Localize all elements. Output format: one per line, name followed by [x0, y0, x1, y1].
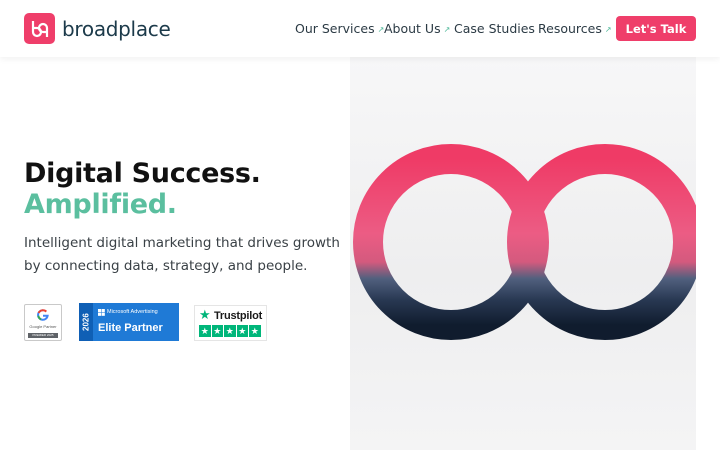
- microsoft-advertising-label: Microsoft Advertising: [107, 309, 158, 315]
- rating-star-icon: ★: [236, 325, 248, 337]
- headline-line-1: Digital Success.: [24, 158, 261, 189]
- elite-partner-title: Elite Partner: [98, 322, 163, 334]
- nav-item-about-us[interactable]: About Us ↗: [384, 21, 450, 36]
- rating-star-icon: ★: [249, 325, 261, 337]
- lets-talk-button[interactable]: Let's Talk: [616, 16, 696, 41]
- google-partner-label: Google Partner: [29, 324, 57, 329]
- microsoft-elite-partner-badge[interactable]: 2026 Microsoft Advertising Elite Partner: [79, 303, 179, 341]
- trustpilot-star-icon: ★: [199, 307, 211, 322]
- site-header: broadplace Our Services ↗ About Us ↗ Cas…: [0, 0, 720, 57]
- brand-name: broadplace: [62, 16, 171, 41]
- nav-item-label: Resources: [538, 21, 602, 36]
- brand-logo[interactable]: broadplace: [24, 13, 171, 44]
- badge-year: 2026: [79, 303, 93, 341]
- hero-subtext: Intelligent digital marketing that drive…: [24, 235, 340, 274]
- rating-star-icon: ★: [199, 325, 211, 337]
- nav-item-label: Case Studies: [454, 21, 535, 36]
- nav-item-resources[interactable]: Resources ↗: [538, 21, 612, 36]
- rating-star-icon: ★: [211, 325, 223, 337]
- rating-star-icon: ★: [224, 325, 236, 337]
- external-arrow-icon: ↗: [604, 25, 612, 34]
- nav-item-our-services[interactable]: Our Services ↗: [295, 21, 384, 36]
- google-premier-bar: PREMIER 2025: [28, 333, 58, 338]
- microsoft-logo-icon: [98, 309, 105, 316]
- logo-mark-icon: [24, 13, 55, 44]
- trustpilot-rating: ★ ★ ★ ★ ★: [199, 325, 261, 337]
- headline-line-2: Amplified.: [24, 189, 177, 220]
- nav-item-label: About Us: [384, 21, 441, 36]
- nav-item-label: Our Services: [295, 21, 375, 36]
- trustpilot-name: Trustpilot: [214, 310, 263, 322]
- nav-item-case-studies[interactable]: Case Studies: [454, 21, 535, 36]
- google-partner-badge[interactable]: Google Partner PREMIER 2025: [24, 304, 62, 341]
- hero-headline: Digital Success. Amplified.: [24, 158, 261, 220]
- bp-monogram-artwork: [350, 57, 696, 450]
- google-g-icon: [37, 309, 49, 321]
- trustpilot-badge[interactable]: ★ Trustpilot ★ ★ ★ ★ ★: [194, 305, 267, 341]
- external-arrow-icon: ↗: [443, 25, 451, 34]
